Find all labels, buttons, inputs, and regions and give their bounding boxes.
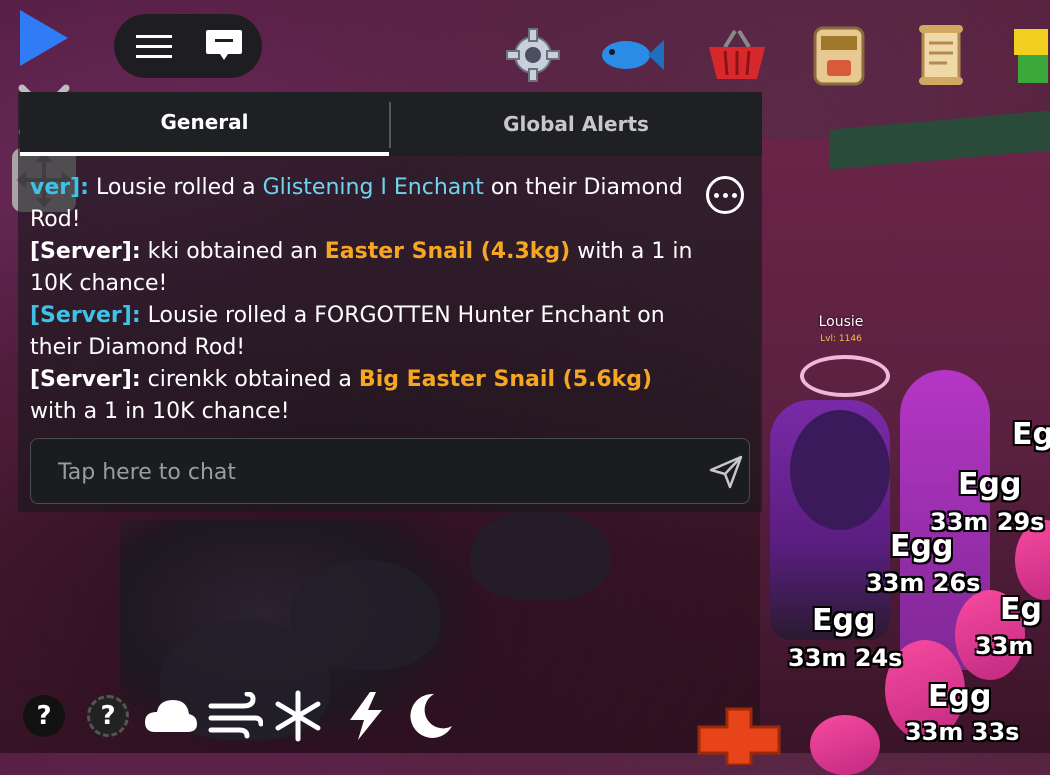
chat-message: [Server]: Lousie rolled a FORGOTTEN Hunt… — [30, 300, 700, 364]
egg-timer: 33m — [975, 632, 1034, 660]
egg-label: Egg — [890, 529, 954, 564]
server-tag: [Server]: — [30, 239, 141, 264]
send-button[interactable] — [708, 454, 744, 490]
weather-night-button[interactable] — [404, 690, 456, 742]
egg-timer: 33m 24s — [788, 644, 903, 672]
plus-icon — [697, 707, 781, 767]
character-icon — [1014, 29, 1048, 83]
menu-button[interactable] — [136, 33, 172, 61]
weather-snow-button[interactable] — [272, 690, 324, 742]
message-highlight: Easter Snail (4.3kg) — [324, 239, 571, 264]
tab-general[interactable]: General — [20, 92, 389, 156]
lightning-icon — [350, 692, 382, 740]
chat-toggle-button[interactable] — [204, 28, 244, 64]
egg-label: Egg — [812, 603, 876, 638]
quests-button[interactable] — [906, 20, 976, 90]
moon-icon — [410, 693, 452, 738]
tab-global-alerts[interactable]: Global Alerts — [390, 92, 762, 156]
ellipsis-icon — [713, 192, 719, 198]
backpack-icon — [813, 26, 865, 86]
hamburger-icon — [136, 35, 172, 58]
egg-label: Eg — [1012, 417, 1050, 452]
chat-input[interactable] — [58, 458, 658, 486]
help-button[interactable]: ? — [18, 690, 70, 742]
server-tag: [Server]: — [30, 303, 141, 328]
wind-icon — [208, 692, 263, 739]
cloud-icon — [145, 700, 197, 732]
gear-icon — [506, 28, 560, 82]
message-text: kki obtained an — [140, 239, 325, 264]
message-highlight: Glistening I Enchant — [262, 175, 484, 200]
avatar-button[interactable] — [1004, 20, 1050, 90]
world-leaf — [470, 510, 610, 600]
message-highlight: Big Easter Snail (5.6kg) — [358, 367, 653, 392]
snowflake-icon — [275, 690, 321, 742]
egg-timer: 33m 26s — [866, 569, 981, 597]
help-icon: ? — [23, 695, 65, 737]
server-tag: ver]: — [30, 175, 89, 200]
backpack-button[interactable] — [804, 20, 874, 90]
player-hair — [790, 410, 890, 530]
ellipsis-icon — [731, 192, 737, 198]
weather-cloud-button[interactable] — [142, 690, 200, 742]
message-text: with a 1 in 10K chance! — [30, 399, 290, 424]
add-button[interactable] — [695, 705, 783, 767]
chat-message: ver]: Lousie rolled a Glistening I Encha… — [30, 172, 700, 236]
egg-label: Egg — [928, 679, 992, 714]
weather-storm-button[interactable] — [340, 690, 392, 742]
fish-index-button[interactable] — [596, 20, 666, 90]
basket-icon — [709, 29, 765, 79]
play-icon — [20, 10, 68, 66]
chat-bubble-icon — [206, 30, 242, 60]
chat-options-button[interactable] — [706, 176, 744, 214]
player-name: Lousie — [818, 314, 864, 330]
shop-button[interactable] — [702, 20, 772, 90]
chat-message: [Server]: kki obtained an Easter Snail (… — [30, 236, 700, 300]
scroll-icon — [919, 25, 963, 85]
message-text: Lousie rolled a — [88, 175, 263, 200]
chat-tabs: General Global Alerts — [20, 92, 762, 156]
fish-icon — [602, 40, 664, 70]
weather-wind-button[interactable] — [206, 690, 264, 742]
player-level: Lvl: 1146 — [820, 334, 862, 344]
chat-message-list[interactable]: ver]: Lousie rolled a Glistening I Encha… — [30, 172, 700, 428]
egg-timer: 33m 33s — [905, 718, 1020, 746]
help-button-secondary[interactable]: ? — [82, 690, 134, 742]
settings-button[interactable] — [498, 20, 568, 90]
egg-label: Egg — [958, 467, 1022, 502]
egg-label: Eg — [1000, 592, 1042, 627]
chat-message: [Server]: cirenkk obtained a Big Easter … — [30, 364, 700, 428]
send-icon — [709, 455, 743, 489]
message-text: cirenkk obtained a — [140, 367, 359, 392]
server-tag: [Server]: — [30, 367, 141, 392]
play-button[interactable] — [12, 8, 72, 68]
ellipsis-icon — [722, 192, 728, 198]
help-icon: ? — [87, 695, 129, 737]
egg-model — [810, 715, 880, 775]
player-halo — [800, 355, 890, 397]
